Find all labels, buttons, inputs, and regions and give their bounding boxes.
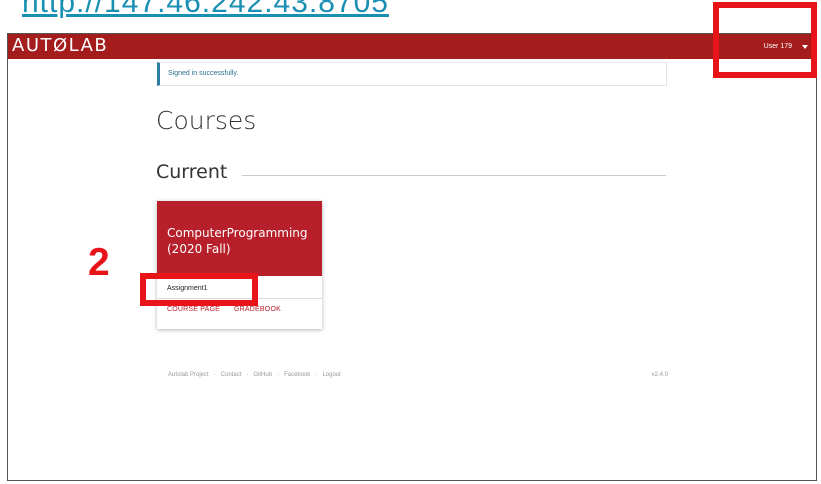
footer-separator: · <box>315 372 318 378</box>
annotation-highlight-assignment <box>140 273 258 306</box>
top-url-text: http://147.46.242.43:8705 <box>22 0 389 19</box>
footer-link-facebook[interactable]: Facebook <box>284 372 310 378</box>
section-title-current: Current <box>156 161 228 183</box>
navbar: AUTØLAB User 179 <box>8 34 816 59</box>
course-title-line2: (2020 Fall) <box>167 242 231 256</box>
course-page-link[interactable]: COURSE PAGE <box>167 306 220 313</box>
section-divider <box>242 175 666 176</box>
page-title: Courses <box>156 106 257 135</box>
footer-separator: · <box>246 372 249 378</box>
gradebook-link[interactable]: GRADEBOOK <box>234 306 281 313</box>
course-card-header[interactable]: ComputerProgramming (2020 Fall) <box>157 201 322 276</box>
footer-separator: · <box>277 372 280 378</box>
footer: Autolab Project · Contact · GitHub · Fac… <box>168 372 668 378</box>
course-card: ComputerProgramming (2020 Fall) Assignme… <box>157 201 322 329</box>
alert-text: Signed in successfully. <box>168 70 239 77</box>
success-alert: Signed in successfully. <box>157 62 667 86</box>
course-title-line1: ComputerProgramming <box>167 226 308 240</box>
course-card-links: COURSE PAGE GRADEBOOK <box>167 306 281 313</box>
footer-separator: · <box>213 372 216 378</box>
footer-link-logout[interactable]: Logout <box>322 372 340 378</box>
version-text: v2.4.0 <box>651 372 668 378</box>
brand-logo[interactable]: AUTØLAB <box>12 35 108 57</box>
footer-link-autolab-project[interactable]: Autolab Project <box>168 372 209 378</box>
footer-link-github[interactable]: GitHub <box>253 372 272 378</box>
footer-link-contact[interactable]: Contact <box>221 372 242 378</box>
browser-window: AUTØLAB User 179 Signed in successfully.… <box>7 33 817 481</box>
annotation-highlight-user-menu <box>713 2 817 78</box>
annotation-step-number: 2 <box>88 241 110 284</box>
